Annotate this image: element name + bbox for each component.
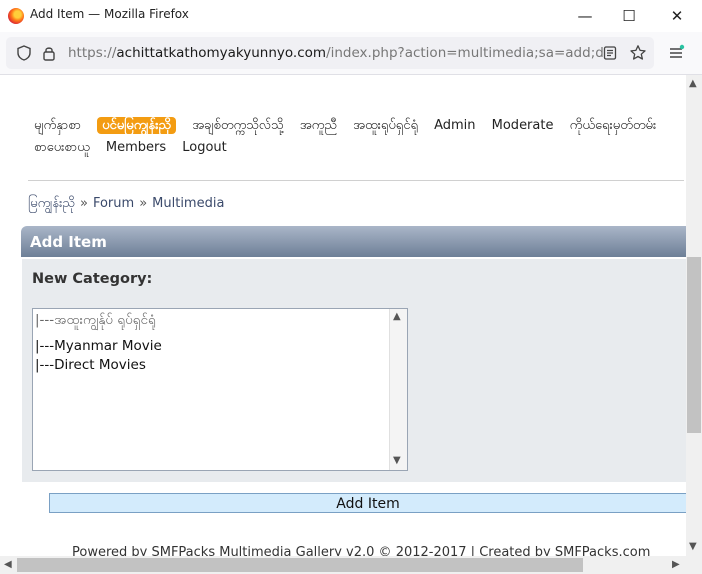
category-option[interactable]: |---Direct Movies — [35, 357, 146, 373]
url-path: /index.php?action=multimedia;sa=add;db21… — [326, 45, 604, 61]
menu-item-home[interactable]: မျက်နှာစာ — [34, 118, 81, 133]
menu-divider — [28, 180, 684, 181]
breadcrumb-item-multimedia[interactable]: Multimedia — [152, 196, 224, 211]
vertical-scrollbar[interactable]: ▲ ▼ — [686, 75, 702, 556]
scroll-left-icon[interactable]: ◀ — [4, 559, 12, 570]
close-button[interactable]: ✕ — [654, 0, 700, 32]
add-item-form: New Category: |---အထူးကျွန်ုပ် ရုပ်ရှင်ရ… — [22, 259, 686, 482]
menu-item-profile[interactable]: ကိုယ်ရေးမှတ်တမ်း — [570, 118, 657, 133]
maximize-button[interactable]: ☐ — [606, 0, 652, 32]
scroll-right-icon[interactable]: ▶ — [672, 559, 680, 570]
footer-credits: Powered by SMFPacks Multimedia Gallery v… — [72, 545, 651, 556]
shield-icon[interactable] — [14, 43, 34, 63]
title-bar: Add Item — Mozilla Firefox — ☐ ✕ — [0, 0, 702, 32]
category-label: New Category: — [32, 271, 153, 287]
url-prefix: https:// — [68, 45, 117, 61]
menu-item-messages[interactable]: စာပေးစာယူ — [34, 140, 90, 155]
menu-item-members[interactable]: Members — [106, 140, 166, 155]
breadcrumb: မြကျွန်းညို » Forum » Multimedia — [28, 195, 224, 214]
scroll-up-icon[interactable]: ▲ — [393, 311, 401, 322]
page-viewport: မျက်နှာစာ ပင်မမြကျွန်းညို အချစ်တက္ကသိုလ်… — [0, 75, 686, 556]
scroll-up-icon[interactable]: ▲ — [689, 78, 697, 89]
bookmark-star-icon[interactable] — [628, 43, 648, 63]
menu-item-mya-kyun-nyo[interactable]: ပင်မမြကျွန်းညို — [97, 117, 177, 134]
reader-view-icon[interactable] — [600, 43, 620, 63]
menu-item-logout[interactable]: Logout — [182, 140, 227, 155]
browser-toolbar: https://achittatkathomyakyunnyo.com/inde… — [0, 32, 702, 75]
horizontal-scrollbar[interactable]: ◀ ▶ — [0, 556, 702, 574]
vertical-scroll-thumb[interactable] — [687, 257, 701, 433]
breadcrumb-item-home[interactable]: မြကျွန်းညို — [28, 196, 75, 211]
section-header: Add Item — [21, 226, 686, 257]
window-title: Add Item — Mozilla Firefox — [30, 7, 189, 21]
lock-icon[interactable] — [39, 43, 59, 63]
horizontal-scroll-thumb[interactable] — [17, 558, 583, 572]
breadcrumb-separator: » — [139, 196, 148, 211]
breadcrumb-separator: » — [80, 196, 88, 211]
firefox-logo-icon — [8, 8, 24, 24]
menu-item-moderate[interactable]: Moderate — [492, 118, 554, 133]
category-option[interactable]: |---Myanmar Movie — [35, 338, 162, 354]
scroll-down-icon[interactable]: ▼ — [393, 455, 401, 466]
breadcrumb-item-forum[interactable]: Forum — [93, 196, 134, 211]
section-title: Add Item — [30, 233, 107, 251]
minimize-button[interactable]: — — [562, 0, 608, 32]
category-option[interactable]: |---အထူးကျွန်ုပ် ရုပ်ရှင်ရုံ — [35, 311, 156, 331]
menu-item-admin[interactable]: Admin — [434, 118, 475, 133]
listbox-scrollbar[interactable]: ▲ ▼ — [389, 309, 407, 470]
app-menu-icon[interactable] — [666, 43, 686, 63]
category-listbox[interactable]: |---အထူးကျွန်ုပ် ရုပ်ရှင်ရုံ |---Myanmar… — [32, 308, 408, 471]
url-text[interactable]: https://achittatkathomyakyunnyo.com/inde… — [68, 45, 604, 61]
add-item-button[interactable]: Add Item — [49, 493, 686, 513]
url-host: achittatkathomyakyunnyo.com — [116, 45, 327, 61]
menu-item-love-university[interactable]: အချစ်တက္ကသိုလ်သို့ — [192, 118, 283, 133]
scroll-down-icon[interactable]: ▼ — [689, 541, 697, 552]
menu-item-special-cinema[interactable]: အထူးရုပ်ရှင်ရုံ — [353, 118, 418, 133]
address-bar[interactable]: https://achittatkathomyakyunnyo.com/inde… — [6, 37, 654, 69]
forum-main-menu: မျက်နှာစာ ပင်မမြကျွန်းညို အချစ်တက္ကသိုလ်… — [34, 115, 684, 159]
menu-item-help[interactable]: အကူညီ — [300, 118, 337, 133]
